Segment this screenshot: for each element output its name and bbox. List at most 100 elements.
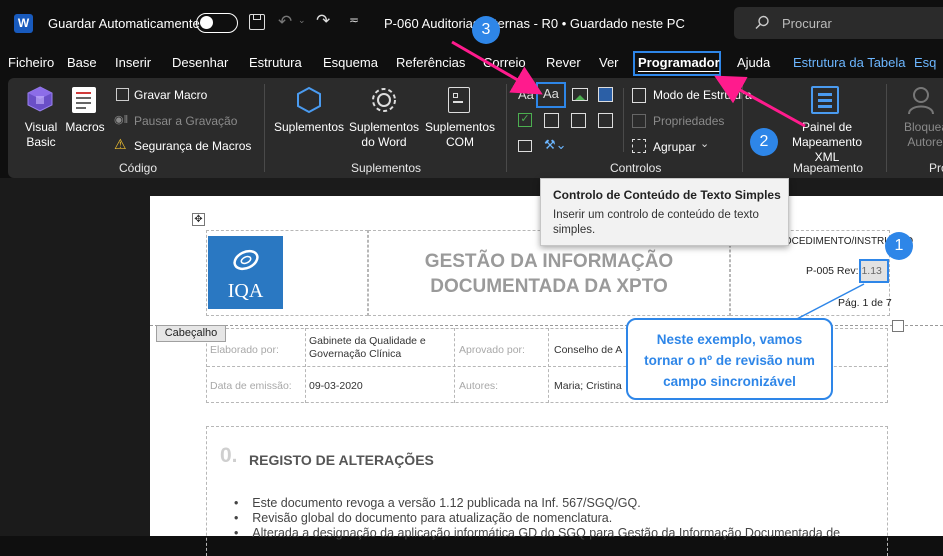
tab-estrutura[interactable]: Estrutura: [249, 55, 302, 70]
tab-referencias[interactable]: Referências: [396, 55, 465, 70]
tab-rever[interactable]: Rever: [546, 55, 581, 70]
group-button[interactable]: Agrupar: [653, 140, 696, 154]
group-dropdown-icon[interactable]: ⌄: [700, 137, 709, 150]
word-addins-button[interactable]: Suplementos do Word: [348, 120, 420, 150]
checkbox-control-icon[interactable]: ✓: [518, 113, 532, 127]
tooltip-title: Controlo de Conteúdo de Texto Simples: [553, 188, 781, 202]
ribbon-separator: [742, 84, 743, 172]
building-block-control-icon[interactable]: [598, 87, 613, 102]
data-emissao-value: 09-03-2020: [309, 380, 363, 392]
undo-dropdown-icon[interactable]: ⌄: [298, 15, 306, 26]
properties-button: Propriedades: [653, 114, 725, 128]
data-emissao-label: Data de emissão:: [210, 380, 292, 392]
list-item: • Este documento revoga a versão 1.12 pu…: [234, 496, 641, 510]
menu-bar: Ficheiro Base Inserir Desenhar Estrutura…: [0, 47, 943, 77]
tab-ver[interactable]: Ver: [599, 55, 619, 70]
word-icon[interactable]: W: [14, 14, 33, 33]
properties-icon: [632, 114, 646, 128]
suplementos-button[interactable]: Suplementos: [272, 120, 346, 135]
info-col-divider: [305, 328, 306, 403]
save-icon[interactable]: [249, 14, 265, 30]
combo-box-control-icon[interactable]: [544, 113, 559, 128]
gear-icon: [372, 88, 396, 112]
tab-esquema[interactable]: Esquema: [323, 55, 378, 70]
group-controlos-label: Controlos: [610, 161, 662, 175]
macro-security-icon: ⚠: [114, 136, 127, 152]
table-move-handle-icon[interactable]: ✥: [192, 213, 205, 226]
undo-icon[interactable]: ↶: [278, 12, 292, 32]
tab-ficheiro[interactable]: Ficheiro: [8, 55, 54, 70]
table-resize-handle[interactable]: [892, 320, 904, 332]
ribbon: Visual Basic Macros Gravar Macro ◉‖ Paus…: [8, 78, 943, 178]
design-mode-icon: [632, 88, 646, 103]
pause-recording-button: Pausar a Gravação: [134, 114, 238, 128]
tab-desenhar[interactable]: Desenhar: [172, 55, 228, 70]
doc-title-line2: DOCUMENTADA DA XPTO: [430, 276, 668, 297]
step-2-marker: 2: [750, 128, 778, 156]
logo-swirl-icon: [233, 249, 259, 271]
legacy-tools-icon[interactable]: ⚒⌄: [544, 137, 567, 153]
plain-text-control-icon[interactable]: Aa: [543, 86, 559, 101]
explanation-bubble: Neste exemplo, vamos tornar o nº de revi…: [626, 318, 833, 400]
autores-value: Maria; Cristina: [554, 380, 622, 392]
info-col-divider: [454, 328, 455, 403]
tab-programador[interactable]: Programador: [638, 55, 720, 70]
header-tag: Cabeçalho: [156, 325, 226, 342]
tab-ajuda[interactable]: Ajuda: [737, 55, 770, 70]
rich-text-control-icon[interactable]: Aa: [518, 87, 534, 102]
visual-basic-button[interactable]: Visual Basic: [18, 120, 64, 150]
xml-mapping-icon: [811, 86, 839, 114]
macro-security-button[interactable]: Segurança de Macros: [134, 139, 251, 153]
macros-button[interactable]: Macros: [64, 120, 106, 135]
revision-field-highlight[interactable]: [859, 259, 889, 283]
tab-base[interactable]: Base: [67, 55, 97, 70]
step-3-marker: 3: [472, 16, 500, 44]
ribbon-separator: [506, 84, 507, 172]
document-title: P-060 Auditorias Internas - R0 • Guardad…: [384, 16, 685, 31]
customize-toolbar-icon[interactable]: ≂: [349, 13, 359, 27]
group-suplementos-label: Suplementos: [351, 161, 422, 175]
tab-esquema-tabela[interactable]: Esq: [914, 55, 936, 70]
title-bar: W Guardar Automaticamente ↶ ⌄ ↷ ≂ P-060 …: [0, 0, 943, 47]
group-proteger-label: Pro: [929, 161, 943, 175]
tooltip: Controlo de Conteúdo de Texto Simples In…: [540, 178, 789, 246]
aprovado-label: Aprovado por:: [459, 344, 525, 356]
xml-mapping-pane-button[interactable]: Painel de Mapeamento XML: [778, 120, 876, 165]
record-macro-icon: [116, 88, 129, 101]
pause-recording-icon: ◉‖: [114, 114, 129, 126]
group-codigo-label: Código: [119, 161, 158, 175]
search-box[interactable]: Procurar: [734, 7, 943, 39]
tab-correio[interactable]: Correio: [483, 55, 526, 70]
autosave-label: Guardar Automaticamente: [48, 16, 200, 31]
autores-label: Autores:: [459, 380, 499, 392]
dropdown-list-control-icon[interactable]: [571, 113, 586, 128]
list-item: • Alterada a designação da aplicação inf…: [234, 526, 841, 540]
section-number: 0.: [220, 444, 238, 467]
record-macro-button[interactable]: Gravar Macro: [134, 88, 207, 102]
picture-control-icon[interactable]: [572, 88, 588, 101]
ribbon-separator: [886, 84, 887, 172]
header-tag-label: Cabeçalho: [164, 327, 218, 339]
redo-icon[interactable]: ↷: [316, 11, 330, 31]
macros-icon: [72, 87, 96, 113]
block-authors-button: Bloquear Autores: [903, 120, 943, 149]
group-mapeamento-label: Mapeamento: [793, 161, 864, 175]
repeating-section-control-icon[interactable]: [518, 140, 532, 152]
logo-text: IQA: [227, 280, 264, 302]
tab-estrutura-tabela[interactable]: Estrutura da Tabela: [793, 55, 906, 70]
visual-basic-icon: [26, 86, 54, 112]
design-mode-button[interactable]: Modo de Estrutura: [653, 88, 752, 102]
search-placeholder: Procurar: [782, 16, 832, 31]
addins-icon: [297, 86, 321, 114]
tab-inserir[interactable]: Inserir: [115, 55, 151, 70]
group-icon: [632, 139, 646, 153]
aprovado-value: Conselho de A: [554, 344, 623, 356]
info-col-divider: [548, 328, 549, 403]
com-addins-button[interactable]: Suplementos COM: [422, 120, 498, 150]
ribbon-separator: [623, 88, 624, 152]
date-picker-control-icon[interactable]: [598, 113, 613, 128]
step-1-marker: 1: [885, 232, 913, 260]
autosave-toggle[interactable]: [196, 13, 238, 33]
com-addins-icon: [448, 87, 470, 113]
page-number: Pág. 1 de 7: [838, 297, 892, 309]
